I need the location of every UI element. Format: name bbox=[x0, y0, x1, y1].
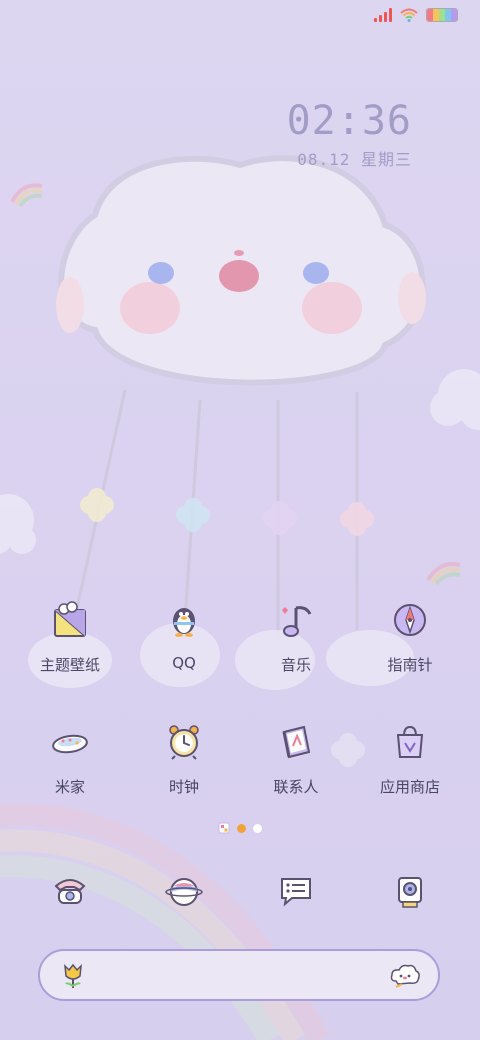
app-label: QQ bbox=[172, 654, 196, 672]
theme-wallpaper-icon bbox=[46, 596, 94, 644]
clock-widget[interactable]: 02:36 08.12 星期三 bbox=[287, 98, 412, 170]
tulip-icon[interactable] bbox=[60, 962, 86, 990]
dock-browser[interactable] bbox=[128, 866, 240, 914]
shopping-bag-icon bbox=[386, 718, 434, 766]
app-clock[interactable]: 时钟 bbox=[128, 718, 240, 797]
search-bar[interactable] bbox=[38, 949, 440, 1001]
planet-browser-icon bbox=[160, 866, 208, 914]
app-label: 指南针 bbox=[387, 656, 433, 674]
app-music[interactable]: 音乐 bbox=[240, 596, 352, 675]
compass-icon bbox=[386, 596, 434, 644]
cloud-mascot-icon[interactable] bbox=[390, 963, 420, 989]
qq-penguin-icon bbox=[160, 596, 208, 644]
wifi-icon bbox=[400, 8, 418, 22]
alarm-clock-icon bbox=[160, 718, 208, 766]
app-theme-wallpaper[interactable]: 主题壁纸 bbox=[14, 596, 126, 675]
page-indicator[interactable] bbox=[0, 822, 480, 834]
page-dot-active[interactable] bbox=[237, 823, 246, 833]
dock-phone[interactable] bbox=[14, 866, 126, 914]
camera-icon bbox=[386, 866, 434, 914]
app-label: 主题壁纸 bbox=[39, 656, 100, 674]
app-label: 音乐 bbox=[280, 656, 311, 674]
widget-page-icon[interactable] bbox=[218, 822, 230, 834]
app-label: 联系人 bbox=[273, 778, 319, 796]
mijia-icon bbox=[46, 718, 94, 766]
dock-messages[interactable] bbox=[240, 866, 352, 914]
telephone-icon bbox=[46, 866, 94, 914]
status-bar bbox=[374, 8, 458, 22]
app-label: 应用商店 bbox=[379, 778, 440, 796]
music-note-icon bbox=[272, 596, 320, 644]
app-qq[interactable]: QQ bbox=[128, 596, 240, 672]
app-label: 时钟 bbox=[168, 778, 199, 796]
app-contacts[interactable]: 联系人 bbox=[240, 718, 352, 797]
app-store[interactable]: 应用商店 bbox=[354, 718, 466, 797]
clock-date: 08.12 星期三 bbox=[297, 150, 412, 169]
app-compass[interactable]: 指南针 bbox=[354, 596, 466, 675]
app-label: 米家 bbox=[54, 778, 85, 796]
clock-time: 02:36 bbox=[286, 98, 412, 144]
dock-camera[interactable] bbox=[354, 866, 466, 914]
app-mijia[interactable]: 米家 bbox=[14, 718, 126, 797]
rainbow-battery-icon bbox=[426, 8, 458, 22]
contacts-book-icon bbox=[272, 718, 320, 766]
message-bubble-icon bbox=[272, 866, 320, 914]
signal-bars-icon bbox=[374, 8, 392, 22]
page-dot[interactable] bbox=[253, 823, 262, 833]
